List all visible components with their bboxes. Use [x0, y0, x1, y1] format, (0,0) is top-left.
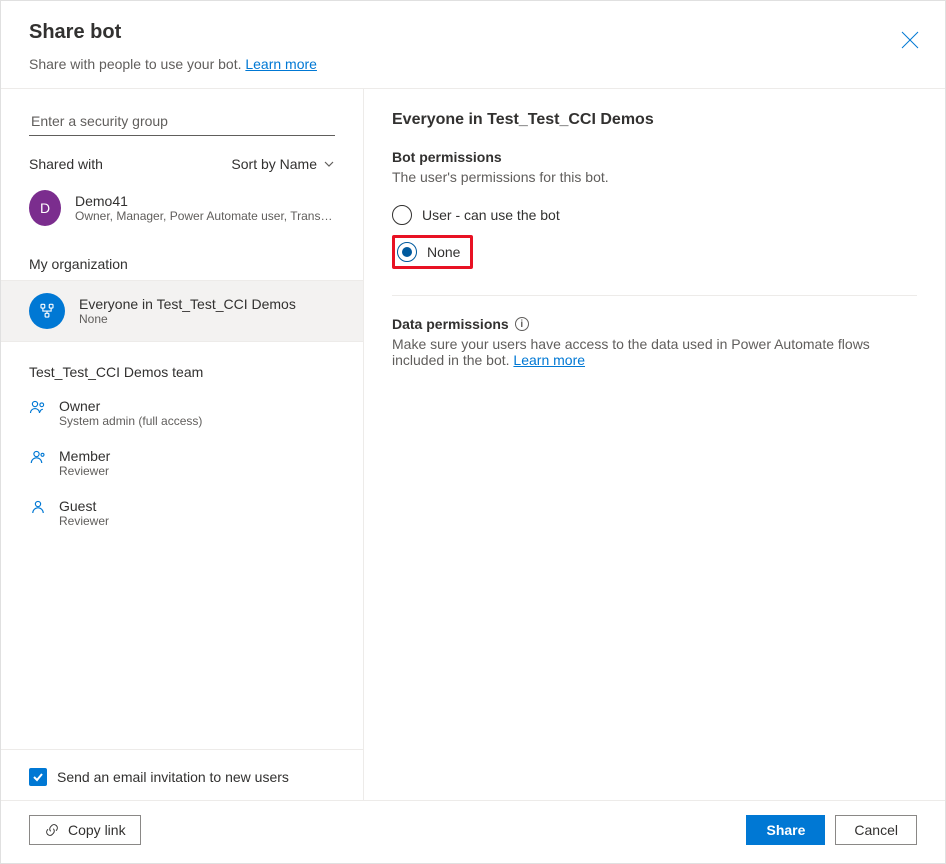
learn-more-link[interactable]: Learn more — [245, 56, 317, 72]
role-desc: Reviewer — [59, 514, 109, 528]
role-owner[interactable]: Owner System admin (full access) — [1, 388, 363, 438]
org-item-perm: None — [79, 312, 296, 326]
role-desc: System admin (full access) — [59, 414, 202, 428]
user-roles: Owner, Manager, Power Automate user, Tra… — [75, 209, 335, 223]
chevron-down-icon — [323, 158, 335, 170]
role-name: Member — [59, 448, 110, 464]
bot-permissions-desc: The user's permissions for this bot. — [392, 169, 917, 185]
data-permissions-title: Data permissions i — [392, 316, 917, 332]
org-icon — [29, 293, 65, 329]
right-column: Everyone in Test_Test_CCI Demos Bot perm… — [364, 89, 945, 800]
selection-heading: Everyone in Test_Test_CCI Demos — [392, 111, 917, 129]
panel-subtitle: Share with people to use your bot. Learn… — [29, 56, 917, 72]
role-name: Guest — [59, 498, 109, 514]
role-member[interactable]: Member Reviewer — [1, 438, 363, 488]
shared-with-label: Shared with — [29, 156, 103, 172]
email-invite-checkbox[interactable] — [29, 768, 47, 786]
radio-icon-selected — [397, 242, 417, 262]
user-name: Demo41 — [75, 193, 335, 209]
email-invite-label: Send an email invitation to new users — [57, 769, 289, 785]
sort-by-button[interactable]: Sort by Name — [231, 156, 335, 172]
data-perms-learn-more-link[interactable]: Learn more — [513, 352, 585, 368]
panel-header: Share bot Share with people to use your … — [1, 1, 945, 88]
divider — [392, 295, 917, 296]
data-permissions-desc: Make sure your users have access to the … — [392, 336, 917, 368]
person-icon — [29, 448, 47, 471]
share-bot-panel: Share bot Share with people to use your … — [0, 0, 946, 864]
shared-user-row[interactable]: D Demo41 Owner, Manager, Power Automate … — [1, 180, 363, 242]
panel-title: Share bot — [29, 21, 917, 44]
person-outline-icon — [29, 498, 47, 521]
radio-option-none[interactable]: None — [397, 240, 460, 264]
user-avatar: D — [29, 190, 61, 226]
org-section-title: My organization — [1, 242, 363, 280]
panel-footer: Copy link Share Cancel — [1, 800, 945, 863]
role-desc: Reviewer — [59, 464, 110, 478]
org-item-name: Everyone in Test_Test_CCI Demos — [79, 296, 296, 312]
email-invite-row[interactable]: Send an email invitation to new users — [1, 749, 363, 800]
share-button[interactable]: Share — [746, 815, 825, 845]
copy-link-button[interactable]: Copy link — [29, 815, 141, 845]
people-icon — [29, 398, 47, 421]
security-group-input[interactable] — [29, 107, 335, 136]
highlighted-selection: None — [392, 235, 473, 269]
bot-permissions-title: Bot permissions — [392, 149, 917, 165]
close-button[interactable] — [901, 31, 919, 49]
org-everyone-item[interactable]: Everyone in Test_Test_CCI Demos None — [1, 280, 363, 342]
cancel-button[interactable]: Cancel — [835, 815, 917, 845]
info-icon[interactable]: i — [515, 317, 529, 331]
team-section-title: Test_Test_CCI Demos team — [1, 342, 363, 388]
radio-option-user[interactable]: User - can use the bot — [392, 199, 917, 231]
role-name: Owner — [59, 398, 202, 414]
radio-icon — [392, 205, 412, 225]
link-icon — [44, 822, 60, 838]
role-guest[interactable]: Guest Reviewer — [1, 488, 363, 538]
left-column: Shared with Sort by Name D Demo41 Owner,… — [1, 89, 364, 800]
